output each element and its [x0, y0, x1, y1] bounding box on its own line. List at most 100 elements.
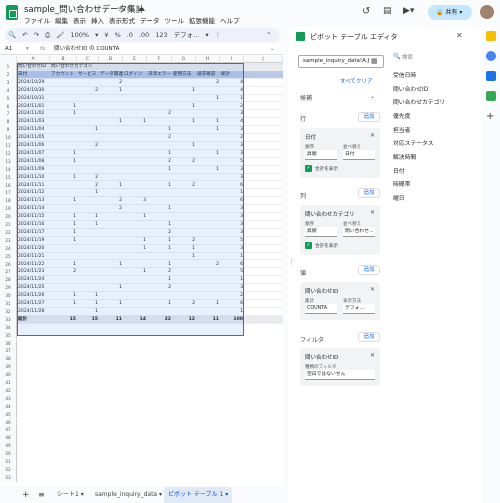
count-cell[interactable]: [147, 197, 172, 205]
pivot-column-header[interactable]: 日付: [17, 71, 50, 79]
date-cell[interactable]: 2024/11/27: [17, 300, 50, 308]
field-item[interactable]: 受信日時: [393, 70, 416, 79]
count-cell[interactable]: [77, 166, 99, 174]
remove-value-icon[interactable]: ✕: [370, 286, 375, 293]
count-cell[interactable]: 1: [172, 87, 196, 95]
count-cell[interactable]: [172, 261, 196, 269]
count-cell[interactable]: [77, 276, 99, 284]
count-cell[interactable]: [196, 284, 220, 292]
count-cell[interactable]: 6: [220, 182, 244, 190]
count-cell[interactable]: 1: [196, 166, 220, 174]
count-cell[interactable]: 3: [220, 229, 244, 237]
count-cell[interactable]: 2: [50, 268, 77, 276]
grand-total-cell[interactable]: 15: [50, 316, 77, 324]
count-cell[interactable]: [77, 229, 99, 237]
count-cell[interactable]: 1: [77, 300, 99, 308]
count-cell[interactable]: [99, 189, 123, 197]
count-cell[interactable]: [99, 150, 123, 158]
count-cell[interactable]: [123, 205, 147, 213]
count-cell[interactable]: [172, 174, 196, 182]
count-cell[interactable]: 1: [50, 174, 77, 182]
share-button[interactable]: 🔒 共有 ▾: [428, 5, 472, 20]
sheets-logo-icon[interactable]: [6, 5, 18, 20]
count-cell[interactable]: [172, 308, 196, 316]
count-cell[interactable]: 1: [196, 300, 220, 308]
chevron-down-icon[interactable]: ⌄: [370, 93, 375, 100]
count-cell[interactable]: [99, 134, 123, 142]
row-number[interactable]: 34: [0, 323, 17, 332]
count-cell[interactable]: 1: [99, 118, 123, 126]
date-cell[interactable]: 2024/11/13: [17, 197, 50, 205]
count-cell[interactable]: [123, 103, 147, 111]
add-column-button[interactable]: 追加: [358, 188, 380, 198]
close-icon[interactable]: ✕: [456, 31, 463, 40]
menu-edit[interactable]: 編集: [55, 17, 68, 25]
row-number[interactable]: 26: [0, 260, 17, 269]
count-cell[interactable]: [77, 237, 99, 245]
count-cell[interactable]: [123, 79, 147, 87]
field-item[interactable]: 問い合わせID: [393, 84, 428, 93]
date-cell[interactable]: 2024/11/17: [17, 229, 50, 237]
count-cell[interactable]: 3: [123, 197, 147, 205]
meet-icon[interactable]: ▶▾: [403, 6, 414, 16]
row-number[interactable]: 38: [0, 355, 17, 364]
count-cell[interactable]: [77, 245, 99, 253]
pivot-column-header[interactable]: アカウント: [50, 71, 77, 79]
count-cell[interactable]: [50, 245, 77, 253]
date-cell[interactable]: 2024/11/10: [17, 174, 50, 182]
menu-view[interactable]: 表示: [73, 17, 86, 25]
count-cell[interactable]: [123, 95, 147, 103]
count-cell[interactable]: 1: [220, 308, 244, 316]
date-cell[interactable]: 2024/11/24: [17, 276, 50, 284]
count-cell[interactable]: 2: [147, 284, 172, 292]
count-cell[interactable]: [77, 110, 99, 118]
count-cell[interactable]: [123, 253, 147, 261]
date-cell[interactable]: 2024/11/01: [17, 103, 50, 111]
row-number[interactable]: 43: [0, 394, 17, 403]
count-cell[interactable]: 1: [77, 189, 99, 197]
count-cell[interactable]: [196, 253, 220, 261]
pivot-column-header[interactable]: 使用方法: [172, 71, 196, 79]
count-cell[interactable]: 3: [220, 284, 244, 292]
col-header-g[interactable]: G: [172, 56, 196, 63]
more-icon[interactable]: ⋮: [215, 31, 222, 39]
count-cell[interactable]: 1: [50, 197, 77, 205]
panel-resize-handle[interactable]: ⋮: [288, 258, 295, 266]
count-cell[interactable]: [77, 268, 99, 276]
row-number[interactable]: 39: [0, 363, 17, 372]
increase-decimal-button[interactable]: .00: [139, 31, 149, 39]
show-totals-checkbox[interactable]: ✓: [305, 165, 312, 172]
date-cell[interactable]: 2024/11/19: [17, 237, 50, 245]
count-cell[interactable]: [123, 221, 147, 229]
count-cell[interactable]: [196, 182, 220, 190]
tab-sample-inquiry-data[interactable]: sample_inquiry_data ▾: [95, 487, 162, 503]
pivot-column-header[interactable]: 決済エラー: [147, 71, 172, 79]
row-number[interactable]: 24: [0, 244, 17, 253]
count-cell[interactable]: 2: [77, 142, 99, 150]
pivot-column-header[interactable]: 総計: [220, 71, 244, 79]
count-cell[interactable]: 1: [50, 110, 77, 118]
tab-pivot-table-1[interactable]: ピボット テーブル 1 ▾: [164, 487, 233, 503]
count-cell[interactable]: [172, 126, 196, 134]
count-cell[interactable]: [196, 142, 220, 150]
row-number[interactable]: 50: [0, 450, 17, 458]
row-number[interactable]: 35: [0, 331, 17, 340]
count-cell[interactable]: [50, 134, 77, 142]
count-cell[interactable]: 1: [50, 261, 77, 269]
row-number[interactable]: 42: [0, 386, 17, 395]
count-cell[interactable]: 1: [50, 292, 77, 300]
date-cell[interactable]: 2024/11/04: [17, 126, 50, 134]
row-number[interactable]: 6: [0, 102, 17, 111]
count-cell[interactable]: [50, 87, 77, 95]
count-cell[interactable]: 1: [77, 213, 99, 221]
count-cell[interactable]: [147, 174, 172, 182]
count-cell[interactable]: 5: [220, 158, 244, 166]
row-number[interactable]: 28: [0, 276, 17, 285]
column-sortby-select[interactable]: 問い合わせ...: [343, 227, 375, 237]
row-number[interactable]: 41: [0, 379, 17, 387]
count-cell[interactable]: [147, 308, 172, 316]
avatar[interactable]: [480, 5, 494, 19]
field-item[interactable]: 担当者: [393, 125, 410, 134]
count-cell[interactable]: 1: [196, 150, 220, 158]
count-cell[interactable]: [172, 213, 196, 221]
